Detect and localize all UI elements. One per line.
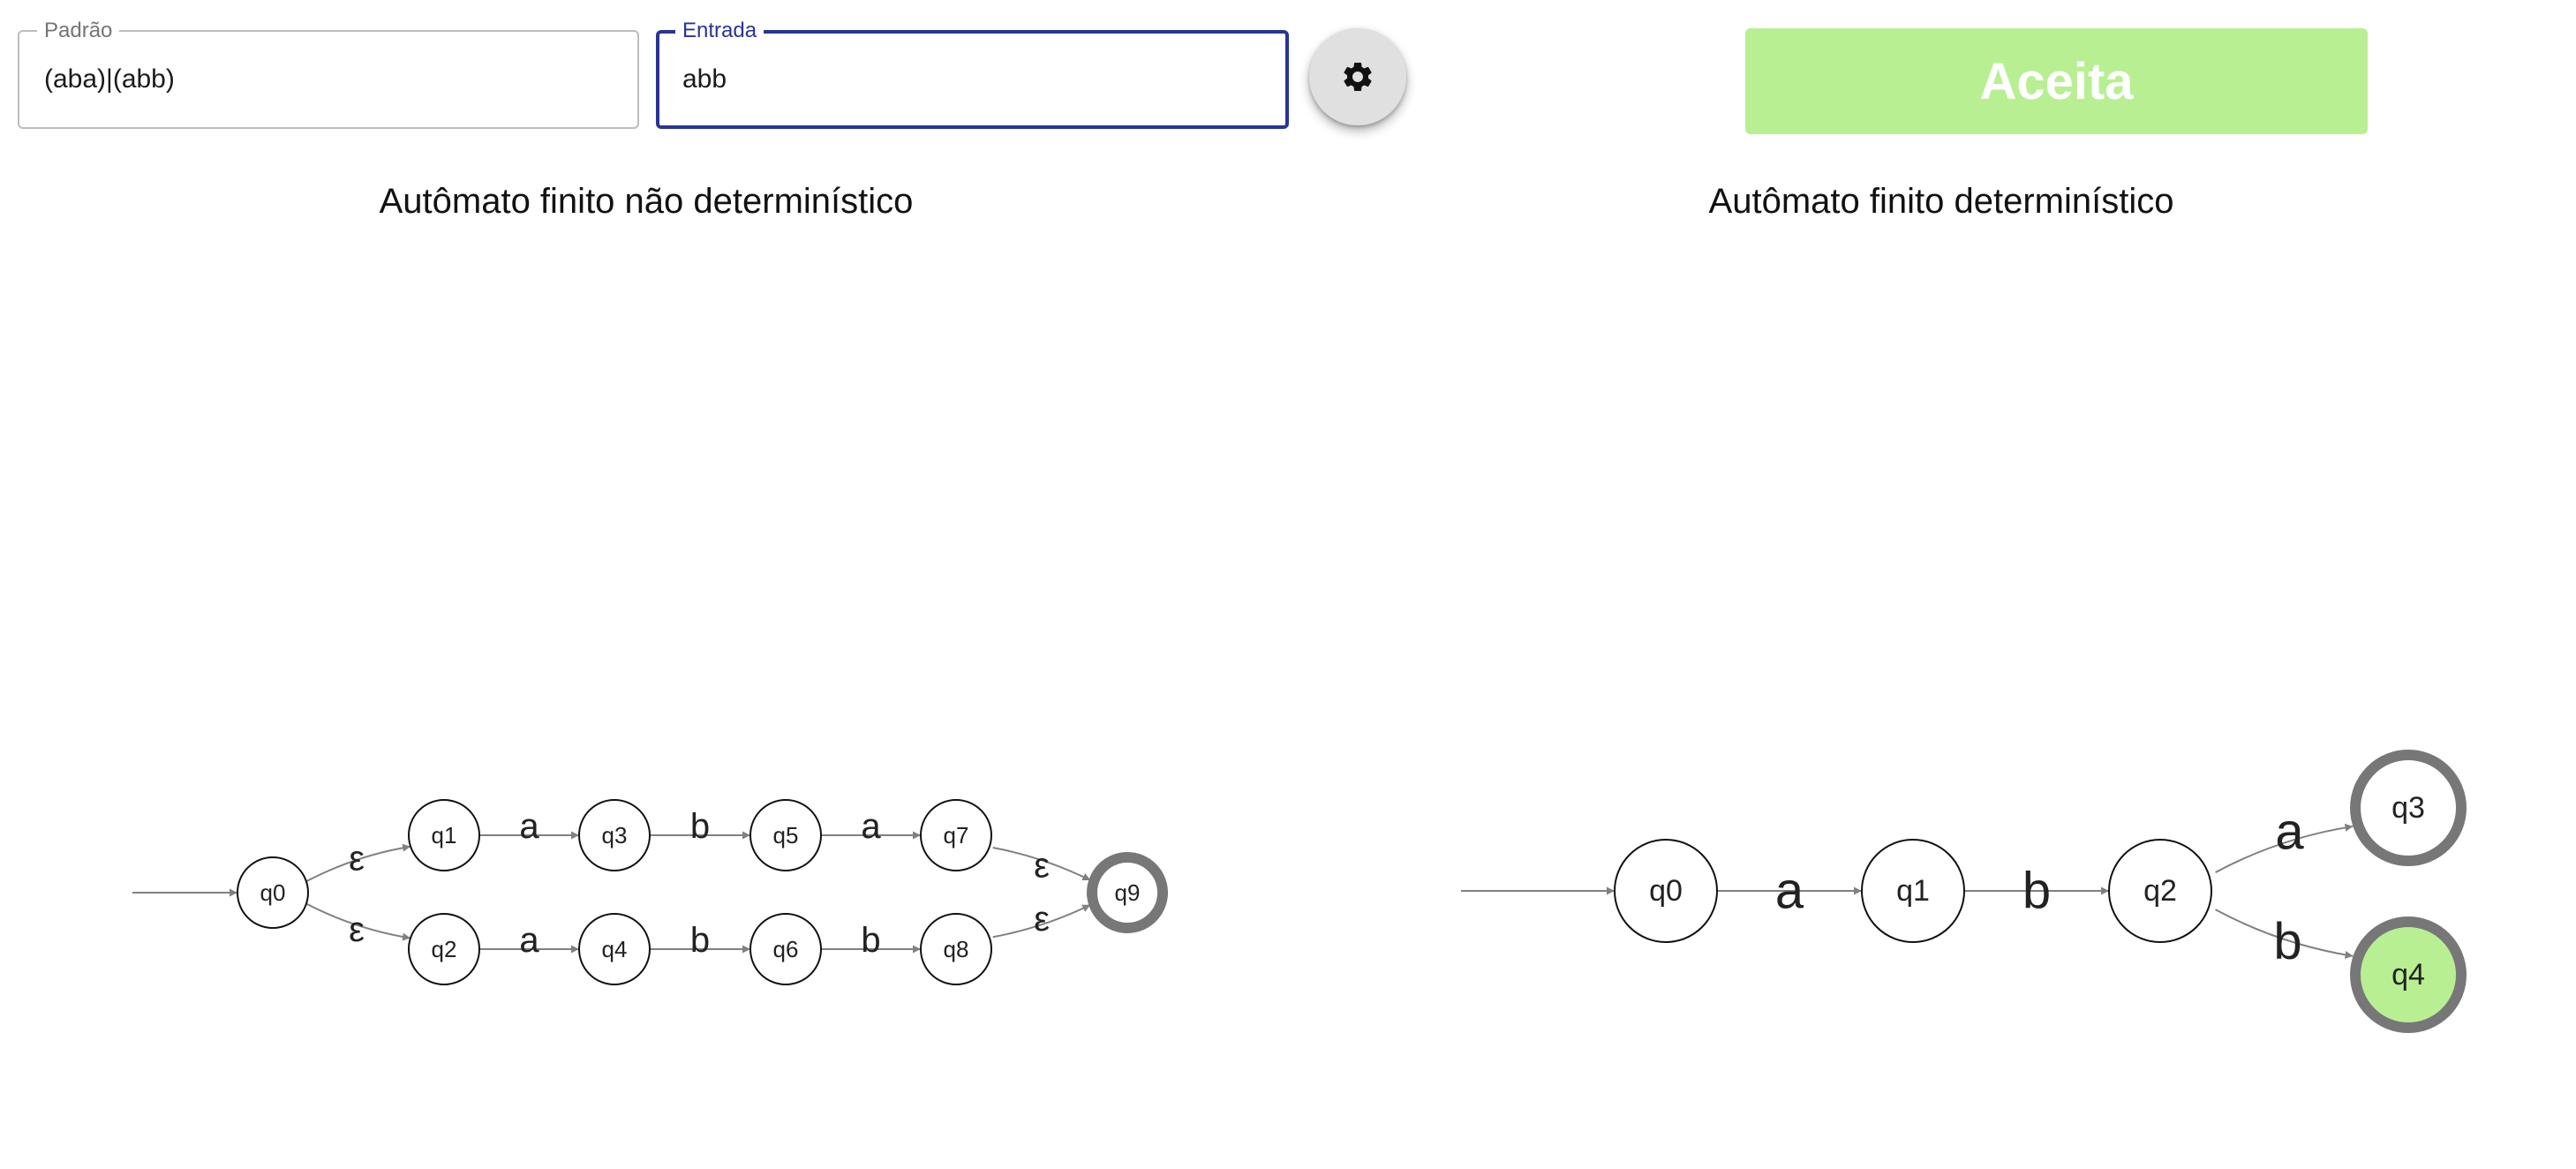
dfa-state-q3: q3 — [2350, 750, 2467, 866]
dfa-edge-q2-q4-label: b — [2273, 913, 2301, 970]
dfa-state-label: q2 — [2143, 874, 2177, 908]
dfa-edge-q1-q2-label: b — [2022, 863, 2051, 920]
dfa-state-label: q0 — [1649, 874, 1683, 908]
dfa-state-q2: q2 — [2108, 839, 2212, 943]
dfa-state-label: q4 — [2391, 958, 2425, 992]
dfa-edge-q0-q1-label: a — [1775, 863, 1804, 920]
dfa-state-q1: q1 — [1861, 839, 1965, 943]
dfa-diagram: a babq0 q1 q2q3q4 — [1461, 750, 2467, 1033]
dfa-edge-q2-q3-label: a — [2275, 803, 2304, 861]
dfa-state-q0: q0 — [1614, 839, 1718, 943]
dfa-state-label: q3 — [2391, 791, 2425, 825]
dfa-state-q4: q4 — [2350, 916, 2467, 1033]
dfa-state-label: q1 — [1896, 874, 1930, 908]
